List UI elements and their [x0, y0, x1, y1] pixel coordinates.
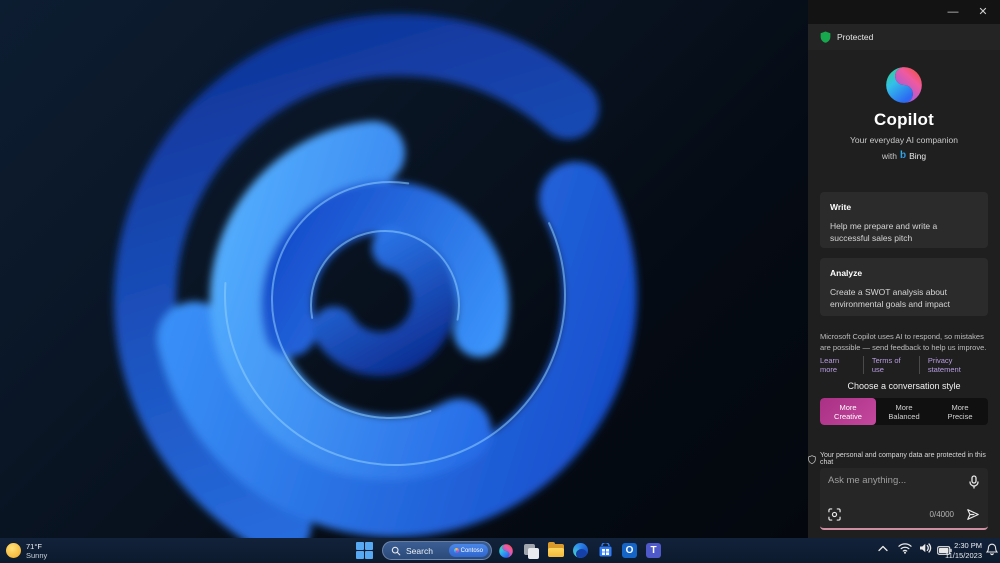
suggestion-card-write[interactable]: Write Help me prepare and write a succes… [820, 192, 988, 248]
learn-more-link[interactable]: Learn more [820, 356, 863, 374]
card-body: Create a SWOT analysis about environment… [830, 287, 951, 309]
with-label: with [881, 150, 897, 161]
search-badge-label: Contoso [460, 547, 483, 554]
start-logo-icon [365, 551, 373, 559]
style-option-more-balanced[interactable]: More Balanced [876, 398, 932, 425]
weather-condition: Sunny [26, 550, 48, 560]
weather-temperature: 71°F [26, 541, 42, 551]
card-title: Write [830, 202, 852, 212]
taskbar-teams-icon[interactable]: T [644, 541, 663, 560]
start-logo-icon [356, 551, 364, 559]
style-option-line: Balanced [888, 411, 920, 421]
copilot-sidebar: — ✕ Protected Copilot Your everyday AI c… [808, 0, 1000, 538]
weather-widget[interactable]: 71°F Sunny [6, 540, 47, 561]
style-option-more-precise[interactable]: More Precise [932, 398, 988, 425]
close-button[interactable]: ✕ [968, 0, 998, 24]
bing-label: Bing [909, 150, 927, 161]
card-title: Analyze [830, 268, 863, 278]
input-toolbar: 0/4000 [828, 507, 980, 521]
footer-links: Learn more Terms of use Privacy statemen… [820, 356, 990, 374]
ask-input[interactable] [828, 475, 958, 486]
conversation-style-selector: More Creative More Balanced More Precise [820, 398, 988, 425]
bing-logo-icon: b [900, 150, 907, 161]
terms-of-use-link[interactable]: Terms of use [862, 356, 919, 374]
style-option-more-creative[interactable]: More Creative [820, 398, 876, 425]
start-logo-icon [356, 542, 364, 550]
panel-titlebar: — ✕ [808, 0, 1000, 24]
tray-time: 2:30 PM [954, 541, 982, 550]
ai-disclaimer-text: Microsoft Copilot uses AI to respond, so… [820, 332, 987, 352]
search-icon [391, 546, 401, 555]
copilot-header: Copilot Your everyday AI companion with … [808, 56, 1000, 161]
taskbar-file-explorer-icon[interactable] [546, 541, 565, 560]
suggestion-card-analyze[interactable]: Analyze Create a SWOT analysis about env… [820, 258, 988, 316]
taskbar-edge-icon[interactable] [571, 541, 590, 560]
taskbar-task-view-icon[interactable] [521, 541, 540, 560]
taskbar: 71°F Sunny Search Contoso O T 2:30 PM 11… [0, 538, 1000, 563]
style-option-line: Creative [834, 411, 862, 421]
search-box[interactable]: Search Contoso [382, 541, 492, 560]
speaker-icon[interactable] [919, 542, 932, 554]
taskbar-microsoft-store-icon[interactable] [596, 541, 615, 560]
style-option-line: More [951, 402, 969, 412]
chat-input-box[interactable]: 0/4000 [820, 468, 988, 530]
protected-label: Protected [837, 32, 874, 42]
style-option-line: More [895, 402, 913, 412]
protected-status-bar: Protected [808, 24, 1000, 50]
microphone-icon[interactable] [968, 475, 980, 489]
panel-title: Copilot [874, 110, 934, 129]
copilot-logo-icon [886, 67, 922, 103]
data-protection-text: Your personal and company data are prote… [819, 452, 986, 466]
panel-subtitle: Your everyday AI companion [850, 135, 958, 145]
sun-icon [6, 543, 21, 558]
start-button[interactable] [356, 542, 374, 559]
send-icon[interactable] [966, 508, 980, 521]
tray-date: 11/15/2023 [945, 550, 982, 560]
start-logo-icon [365, 542, 373, 550]
taskbar-copilot-icon[interactable] [496, 541, 515, 560]
shield-icon [820, 31, 831, 43]
conversation-style-label: Choose a conversation style [847, 381, 961, 391]
card-body: Help me prepare and write a successful s… [830, 221, 938, 243]
search-placeholder: Search [406, 545, 433, 556]
search-highlight-icon [453, 548, 459, 553]
character-counter: 0/4000 [929, 510, 954, 519]
tray-chevron-up-icon[interactable] [878, 545, 888, 552]
minimize-button[interactable]: — [938, 0, 968, 24]
privacy-statement-link[interactable]: Privacy statement [918, 356, 990, 374]
taskbar-outlook-icon[interactable]: O [620, 541, 639, 560]
windows-bloom-wallpaper [113, 13, 686, 538]
data-protection-note: Your personal and company data are prote… [808, 452, 1000, 466]
search-highlight-badge[interactable]: Contoso [448, 544, 488, 557]
clock[interactable]: 2:30 PM 11/15/2023 [945, 541, 982, 560]
screenshot-icon[interactable] [828, 508, 841, 521]
with-bing-row: with b Bing [808, 150, 1000, 161]
style-option-line: More [839, 402, 857, 412]
wifi-icon[interactable] [898, 542, 912, 554]
shield-outline-icon [808, 454, 816, 464]
style-option-line: Precise [947, 411, 973, 421]
notification-bell-icon[interactable] [986, 543, 998, 556]
